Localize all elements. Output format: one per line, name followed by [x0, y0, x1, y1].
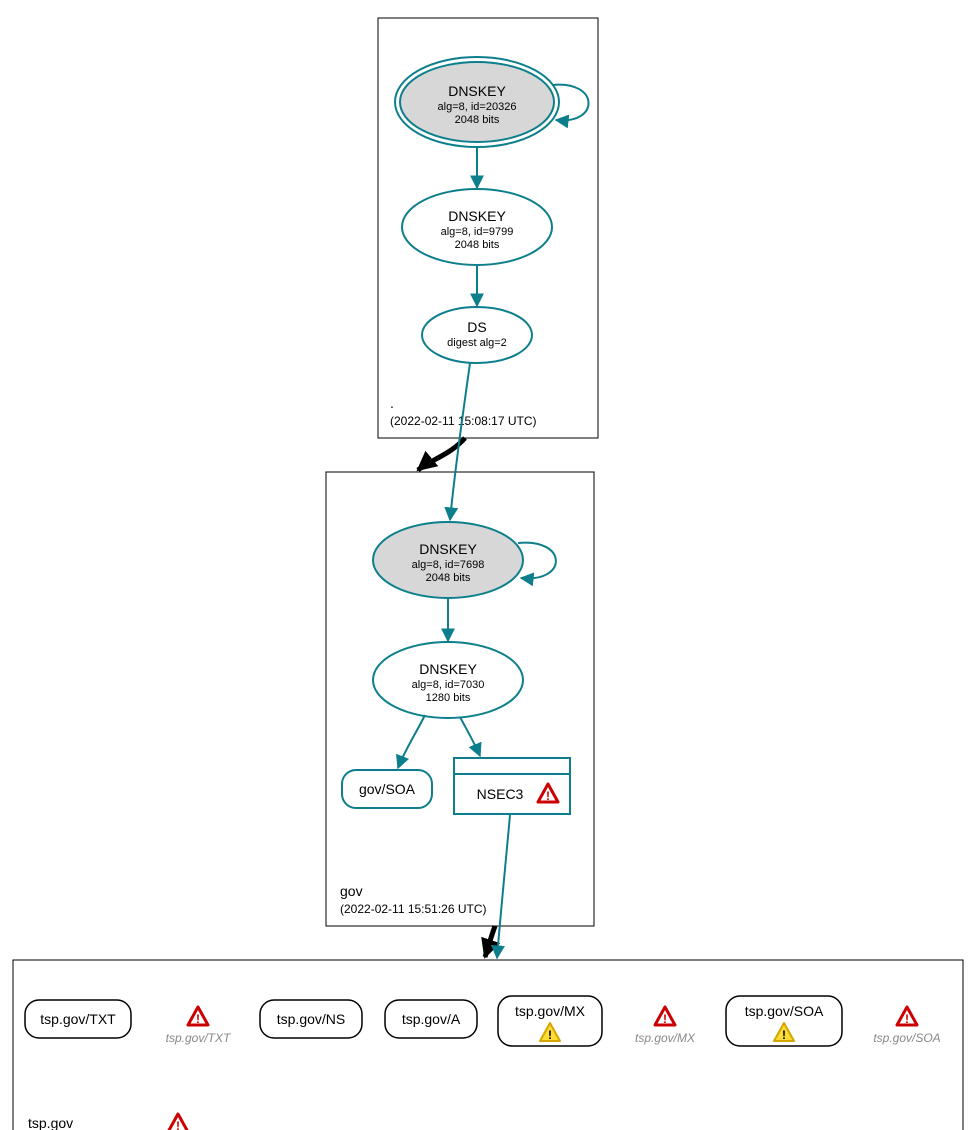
- edge-nsec3-to-tsp: [497, 815, 510, 958]
- svg-text:tsp.gov/MX: tsp.gov/MX: [635, 1031, 696, 1045]
- svg-text:DNSKEY: DNSKEY: [419, 661, 477, 677]
- svg-text:tsp.gov/NS: tsp.gov/NS: [277, 1011, 345, 1027]
- svg-text:2048 bits: 2048 bits: [455, 114, 500, 126]
- svg-text:alg=8, id=7030: alg=8, id=7030: [412, 679, 485, 691]
- node-gov-soa[interactable]: gov/SOA: [342, 770, 432, 808]
- svg-text:1280 bits: 1280 bits: [426, 692, 471, 704]
- node-root-zsk[interactable]: DNSKEY alg=8, id=9799 2048 bits: [402, 189, 552, 265]
- node-tsp-ns[interactable]: tsp.gov/NS: [260, 1000, 362, 1038]
- svg-text:2048 bits: 2048 bits: [426, 572, 471, 584]
- svg-text:tsp.gov/MX: tsp.gov/MX: [515, 1003, 586, 1019]
- zone-root: . (2022-02-11 15:08:17 UTC) DNSKEY alg=8…: [378, 18, 598, 438]
- svg-text:gov/SOA: gov/SOA: [359, 781, 416, 797]
- svg-text:alg=8, id=20326: alg=8, id=20326: [438, 101, 517, 113]
- node-gov-ksk[interactable]: DNSKEY alg=8, id=7698 2048 bits: [373, 522, 523, 598]
- svg-text:tsp.gov/TXT: tsp.gov/TXT: [166, 1031, 232, 1045]
- node-tsp-mx[interactable]: tsp.gov/MX: [498, 996, 602, 1046]
- edge-gov-zsk-to-soa: [398, 715, 425, 768]
- svg-text:alg=8, id=7698: alg=8, id=7698: [412, 559, 485, 571]
- node-gov-zsk[interactable]: DNSKEY alg=8, id=7030 1280 bits: [373, 642, 523, 718]
- svg-text:DS: DS: [467, 319, 486, 335]
- svg-text:2048 bits: 2048 bits: [455, 239, 500, 251]
- edge-root-ksk-self: [552, 85, 589, 121]
- edge-ds-to-gov-ksk: [450, 363, 470, 520]
- zone-gov: gov (2022-02-11 15:51:26 UTC) DNSKEY alg…: [326, 363, 594, 926]
- edge-gov-to-tsp-deleg: [485, 926, 495, 957]
- svg-text:tsp.gov/TXT: tsp.gov/TXT: [40, 1011, 116, 1027]
- svg-text:tsp.gov/SOA: tsp.gov/SOA: [745, 1003, 824, 1019]
- svg-text:tsp.gov/SOA: tsp.gov/SOA: [873, 1031, 940, 1045]
- node-tsp-soa[interactable]: tsp.gov/SOA: [726, 996, 842, 1046]
- svg-text:digest alg=2: digest alg=2: [447, 337, 507, 349]
- svg-text:alg=8, id=9799: alg=8, id=9799: [441, 226, 514, 238]
- node-tsp-a[interactable]: tsp.gov/A: [385, 1000, 477, 1038]
- svg-text:tsp.gov/A: tsp.gov/A: [402, 1011, 461, 1027]
- zone-tsp-label-real: tsp.gov: [28, 1115, 73, 1130]
- node-tsp-txt[interactable]: tsp.gov/TXT: [25, 1000, 131, 1038]
- svg-text:DNSKEY: DNSKEY: [448, 208, 506, 224]
- svg-text:DNSKEY: DNSKEY: [448, 83, 506, 99]
- edge-gov-zsk-to-nsec3: [460, 717, 480, 756]
- node-root-ksk[interactable]: DNSKEY alg=8, id=20326 2048 bits: [395, 57, 559, 147]
- svg-text:NSEC3: NSEC3: [477, 786, 524, 802]
- node-gov-nsec3[interactable]: NSEC3: [454, 758, 570, 814]
- node-root-ds[interactable]: DS digest alg=2: [422, 307, 532, 363]
- zone-root-label: .: [390, 395, 394, 411]
- zone-gov-label: gov: [340, 883, 363, 899]
- zone-gov-time: (2022-02-11 15:51:26 UTC): [340, 902, 487, 916]
- svg-text:DNSKEY: DNSKEY: [419, 541, 477, 557]
